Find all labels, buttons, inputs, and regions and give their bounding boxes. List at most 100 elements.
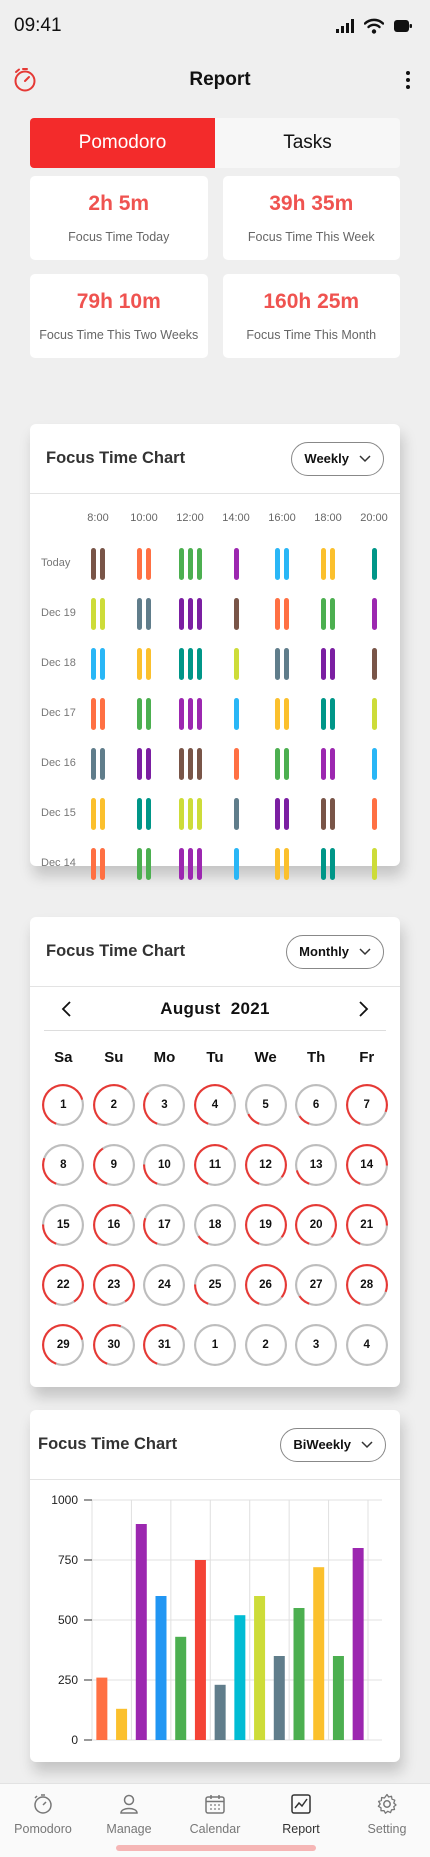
focus-session-bar[interactable] [371,798,377,830]
calendar-day[interactable]: 18 [193,1204,236,1246]
focus-session-bar[interactable] [137,548,142,580]
tab-pomodoro[interactable]: Pomodoro [30,118,215,168]
calendar-day[interactable]: 17 [143,1204,186,1246]
calendar-day[interactable]: 9 [92,1144,135,1186]
focus-session-bar[interactable] [91,648,96,680]
focus-session-bar[interactable] [275,598,280,630]
calendar-day[interactable]: 3 [143,1084,186,1126]
calendar-day[interactable]: 2 [92,1084,135,1126]
focus-session-bar[interactable] [371,698,377,730]
bar[interactable] [214,1684,226,1740]
focus-session-bar[interactable] [371,548,377,580]
focus-session-bar[interactable] [146,698,151,730]
focus-session-bar[interactable] [187,548,193,580]
focus-session-bar[interactable] [196,698,202,730]
focus-session-bar[interactable] [284,798,289,830]
focus-session-bar[interactable] [91,548,96,580]
calendar-day[interactable]: 20 [295,1204,338,1246]
focus-session-bar[interactable] [321,698,326,730]
focus-session-bar[interactable] [284,548,289,580]
calendar-day[interactable]: 14 [345,1144,388,1186]
focus-session-bar[interactable] [275,698,280,730]
calendar-day[interactable]: 15 [42,1204,85,1246]
focus-session-bar[interactable] [178,848,184,880]
focus-session-bar[interactable] [233,698,239,730]
bar[interactable] [332,1656,344,1740]
bar[interactable] [273,1656,285,1740]
focus-session-bar[interactable] [146,548,151,580]
focus-session-bar[interactable] [100,798,105,830]
focus-session-bar[interactable] [371,598,377,630]
bar[interactable] [194,1560,206,1740]
period-dropdown-weekly[interactable]: Weekly [291,441,384,476]
focus-session-bar[interactable] [196,598,202,630]
bar[interactable] [254,1596,266,1740]
timer-icon[interactable] [12,67,38,93]
focus-session-bar[interactable] [321,548,326,580]
bar[interactable] [234,1615,246,1740]
focus-session-bar[interactable] [284,598,289,630]
tab-tasks[interactable]: Tasks [215,118,400,168]
calendar-day[interactable]: 10 [143,1144,186,1186]
calendar-day[interactable]: 24 [143,1264,186,1306]
focus-session-bar[interactable] [321,648,326,680]
focus-session-bar[interactable] [321,798,326,830]
focus-session-bar[interactable] [91,848,96,880]
focus-session-bar[interactable] [91,798,96,830]
focus-session-bar[interactable] [178,648,184,680]
focus-session-bar[interactable] [233,648,239,680]
focus-session-bar[interactable] [178,548,184,580]
focus-session-bar[interactable] [330,548,335,580]
focus-session-bar[interactable] [100,698,105,730]
calendar-day[interactable]: 19 [244,1204,287,1246]
focus-session-bar[interactable] [100,848,105,880]
bar[interactable] [293,1608,305,1740]
focus-session-bar[interactable] [137,598,142,630]
calendar-day[interactable]: 23 [92,1264,135,1306]
focus-session-bar[interactable] [146,848,151,880]
nav-item-setting[interactable]: Setting [344,1784,430,1857]
focus-session-bar[interactable] [91,748,96,780]
focus-session-bar[interactable] [146,648,151,680]
focus-session-bar[interactable] [137,748,142,780]
focus-session-bar[interactable] [178,598,184,630]
calendar-day[interactable]: 5 [244,1084,287,1126]
bar[interactable] [135,1524,147,1740]
focus-session-bar[interactable] [187,698,193,730]
calendar-day[interactable]: 22 [42,1264,85,1306]
bar[interactable] [155,1596,167,1740]
focus-session-bar[interactable] [137,798,142,830]
focus-session-bar[interactable] [321,848,326,880]
focus-session-bar[interactable] [233,848,239,880]
focus-session-bar[interactable] [330,748,335,780]
focus-session-bar[interactable] [284,698,289,730]
focus-session-bar[interactable] [321,748,326,780]
calendar-day[interactable]: 11 [193,1144,236,1186]
focus-session-bar[interactable] [196,748,202,780]
focus-session-bar[interactable] [187,798,193,830]
focus-session-bar[interactable] [100,548,105,580]
focus-session-bar[interactable] [233,598,239,630]
focus-session-bar[interactable] [187,848,193,880]
focus-session-bar[interactable] [196,648,202,680]
focus-session-bar[interactable] [233,548,239,580]
focus-session-bar[interactable] [146,798,151,830]
nav-item-pomodoro[interactable]: Pomodoro [0,1784,86,1857]
focus-session-bar[interactable] [330,848,335,880]
focus-session-bar[interactable] [233,748,239,780]
calendar-day[interactable]: 7 [345,1084,388,1126]
focus-session-bar[interactable] [178,798,184,830]
calendar-day[interactable]: 25 [193,1264,236,1306]
bar[interactable] [313,1567,325,1740]
focus-session-bar[interactable] [91,598,96,630]
focus-session-bar[interactable] [100,598,105,630]
focus-session-bar[interactable] [284,748,289,780]
focus-session-bar[interactable] [137,698,142,730]
more-vertical-icon[interactable] [402,67,414,93]
focus-session-bar[interactable] [275,548,280,580]
focus-session-bar[interactable] [330,798,335,830]
focus-session-bar[interactable] [196,848,202,880]
chevron-left-icon[interactable] [60,1000,72,1018]
period-dropdown-monthly[interactable]: Monthly [286,934,384,969]
calendar-day[interactable]: 1 [42,1084,85,1126]
